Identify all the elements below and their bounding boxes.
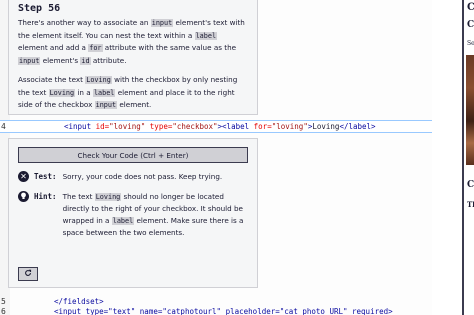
hint-message: The text Loving should no longer be loca…: [62, 191, 244, 238]
inline-code: Loving: [85, 76, 112, 84]
reset-button[interactable]: [18, 267, 38, 281]
preview-cat-photo: [466, 55, 474, 165]
preview-heading: C: [467, 180, 474, 190]
preview-text: Th: [467, 200, 474, 209]
inline-code: Loving: [94, 192, 122, 201]
code-line-text[interactable]: <input id="loving" type="checkbox"><labe…: [64, 122, 376, 131]
check-code-button[interactable]: Check Your Code (Ctrl + Enter): [18, 147, 248, 163]
inline-code: input: [150, 19, 174, 27]
code-token: "checkbox": [172, 122, 218, 131]
code-line-5[interactable]: 5 </fieldset>: [0, 297, 432, 307]
code-line-4[interactable]: 4 <input id="loving" type="checkbox"><la…: [0, 120, 432, 133]
test-message: Sorry, your code does not pass. Keep try…: [62, 172, 223, 181]
hint-result: Hint: The text Loving should no longer b…: [18, 190, 248, 239]
reset-icon: [24, 269, 32, 279]
code-token: Loving: [312, 122, 340, 131]
inline-code: Loving: [48, 88, 76, 97]
step-title: Step 56: [18, 3, 61, 14]
code-line-text[interactable]: </fieldset>: [54, 297, 104, 306]
preview-text: Se: [467, 40, 474, 47]
lightbulb-icon: [18, 190, 29, 202]
test-result: ✕ Test: Sorry, your code does not pass. …: [18, 171, 248, 183]
code-token: ><label: [217, 122, 254, 131]
test-label: Test:: [34, 172, 57, 181]
code-token: for=: [253, 122, 272, 131]
inline-code: for: [88, 44, 103, 52]
inline-code: input: [94, 101, 118, 109]
preview-heading: C: [467, 20, 474, 30]
instruction-paragraph-2: Associate the text Loving with the check…: [18, 75, 238, 109]
preview-heading: C: [467, 2, 474, 13]
step-description-panel: Step 56 There's another way to associate…: [8, 0, 258, 115]
inline-code: input: [18, 56, 41, 65]
instruction-paragraph-1: There's another way to associate an inpu…: [18, 18, 245, 65]
code-line-6[interactable]: 6 <input type="text" name="catphotourl" …: [0, 307, 432, 315]
preview-pane[interactable]: C C Se C Th: [462, 0, 474, 315]
inline-code: id: [80, 56, 91, 65]
code-line-text[interactable]: <input type="text" name="catphotourl" pl…: [54, 307, 393, 315]
hint-label: Hint:: [34, 191, 57, 201]
line-number: 4: [1, 122, 6, 131]
inline-code: label: [194, 31, 218, 40]
code-token: <input: [64, 122, 96, 131]
code-token: </label>: [339, 122, 376, 131]
cross-circle-icon: ✕: [18, 171, 29, 182]
feedback-panel: Check Your Code (Ctrl + Enter) ✕ Test: S…: [8, 138, 258, 288]
inline-code: label: [111, 216, 135, 225]
line-number: 5: [1, 297, 6, 306]
code-token: "loving": [271, 122, 308, 131]
code-token: "loving": [109, 122, 150, 131]
inline-code: label: [92, 88, 116, 97]
code-token: type=: [149, 122, 173, 131]
code-token: id=: [95, 122, 110, 131]
line-number: 6: [1, 307, 6, 315]
